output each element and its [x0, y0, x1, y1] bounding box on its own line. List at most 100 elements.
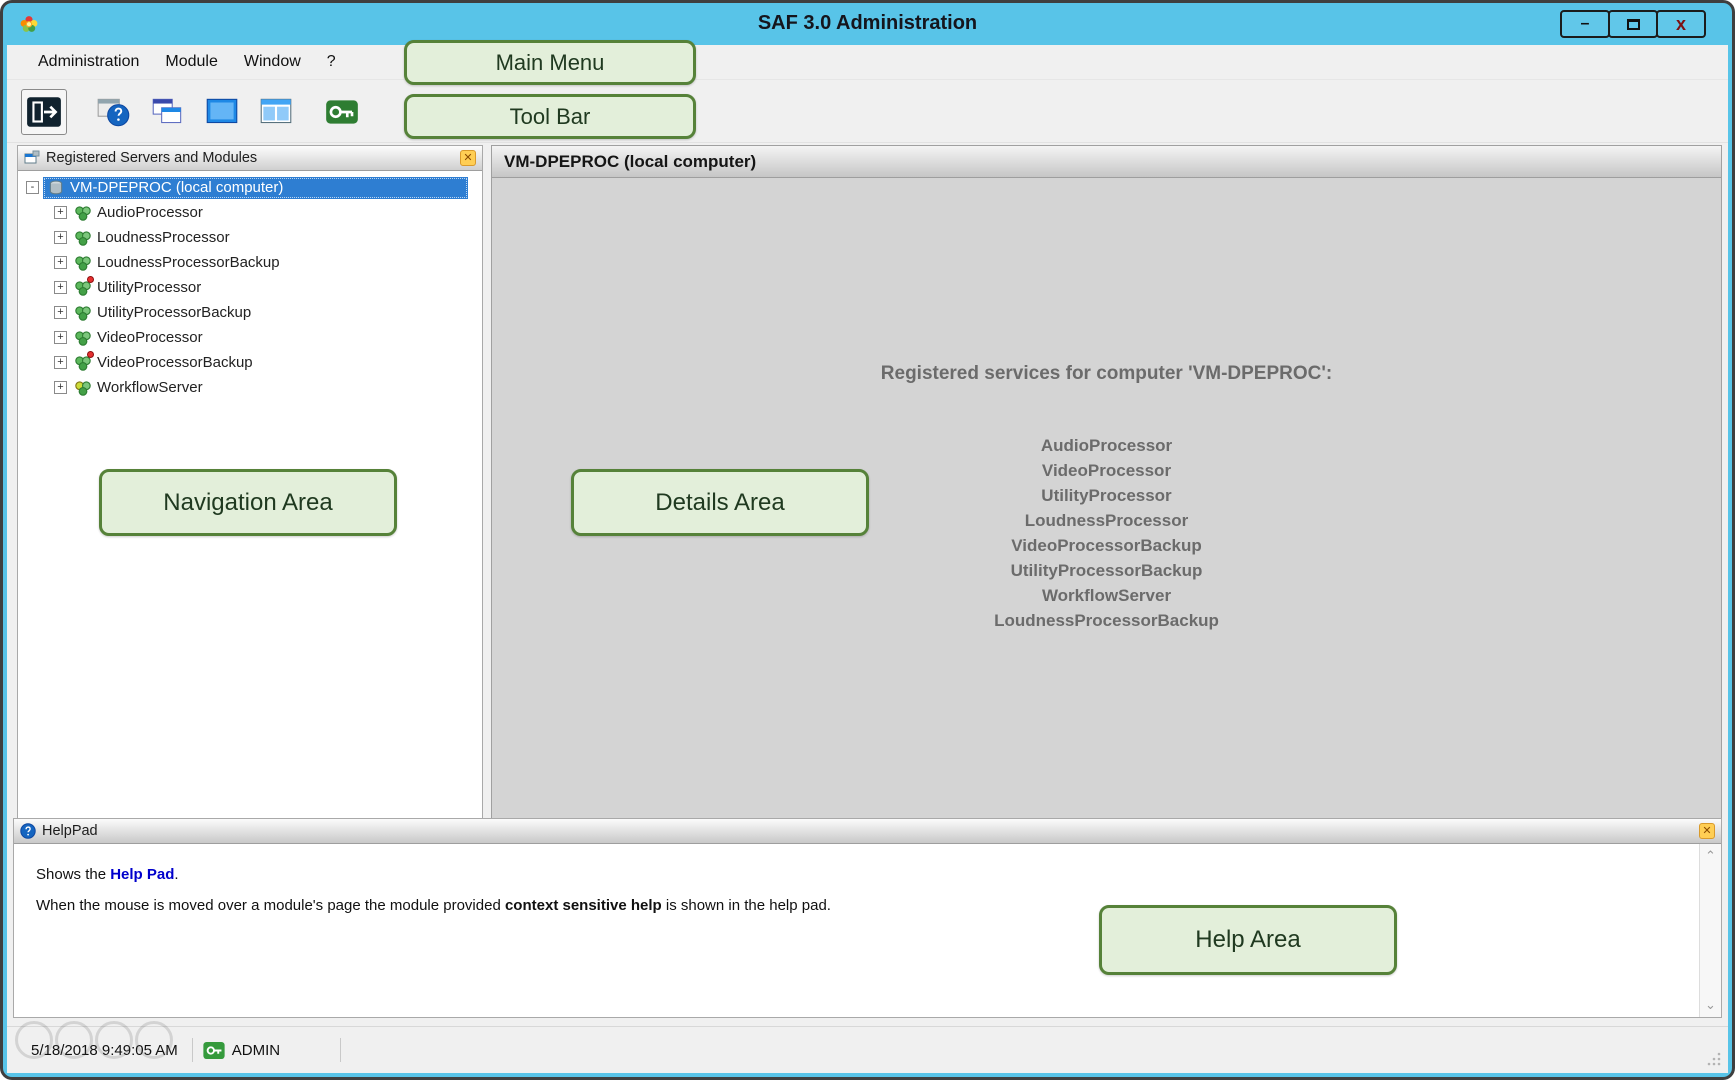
resize-grip[interactable]: [1706, 1051, 1722, 1067]
server-tree: - VM-DPEPROC (local computer) +: [18, 171, 482, 400]
module-icon: [74, 254, 92, 272]
module-icon: [74, 379, 92, 397]
app-window: SAF 3.0 Administration – x Administratio…: [3, 3, 1732, 1077]
modules-button[interactable]: [145, 89, 191, 135]
tree-item-label[interactable]: LoudnessProcessor: [97, 229, 230, 246]
window-frame: SAF 3.0 Administration – x Administratio…: [0, 0, 1735, 1080]
expand-toggle[interactable]: +: [54, 306, 67, 319]
tree-item-label[interactable]: AudioProcessor: [97, 204, 203, 221]
menu-administration[interactable]: Administration: [25, 47, 152, 77]
module-icon: [74, 354, 92, 372]
tile-windows-button[interactable]: [253, 89, 299, 135]
help-button[interactable]: [91, 89, 137, 135]
annotation-help-area: Help Area: [1099, 905, 1397, 975]
helppad-icon: [20, 823, 36, 839]
tree-item-label[interactable]: VideoProcessorBackup: [97, 354, 253, 371]
selected-row[interactable]: VM-DPEPROC (local computer): [43, 177, 468, 199]
helppad-title: HelpPad: [42, 823, 1699, 839]
annotation-navigation-area: Navigation Area: [99, 469, 397, 536]
collapse-toggle[interactable]: -: [26, 181, 39, 194]
tree-item-loudnessprocessorbackup[interactable]: + LoudnessProcessorBackup: [18, 250, 482, 275]
tree-item-utilityprocessor[interactable]: + UtilityProcessor: [18, 275, 482, 300]
permissions-button[interactable]: [319, 89, 365, 135]
help-pad-link: Help Pad: [110, 866, 174, 883]
watermark-circles: [15, 1021, 175, 1059]
helppad-header: HelpPad ✕: [14, 819, 1721, 844]
menu-window[interactable]: Window: [231, 47, 314, 77]
maximize-icon: [1627, 19, 1640, 30]
service-item: UtilityProcessorBackup: [492, 558, 1721, 583]
tree-item-videoprocessorbackup[interactable]: + VideoProcessorBackup: [18, 350, 482, 375]
menu-bar: Administration Module Window ?: [7, 45, 1728, 80]
key-icon: [323, 95, 361, 129]
module-icon: [74, 229, 92, 247]
tool-bar: [7, 81, 1728, 143]
annotation-details-area: Details Area: [571, 469, 869, 536]
helppad-content: Shows the Help Pad. When the mouse is mo…: [14, 844, 1699, 1017]
service-item: AudioProcessor: [492, 433, 1721, 458]
status-bar: 5/18/2018 9:49:05 AM ADMIN: [7, 1026, 1728, 1073]
tree-item-loudnessprocessor[interactable]: + LoudnessProcessor: [18, 225, 482, 250]
helppad-scrollbar[interactable]: ⌃ ⌄: [1699, 844, 1721, 1017]
alert-badge: [87, 276, 94, 283]
navigation-close-icon[interactable]: ✕: [460, 150, 476, 166]
module-icon: [74, 279, 92, 297]
scroll-down-icon[interactable]: ⌄: [1705, 997, 1716, 1013]
helppad-close-icon[interactable]: ✕: [1699, 823, 1715, 839]
window-title: SAF 3.0 Administration: [3, 12, 1732, 35]
tree-item-videoprocessor[interactable]: + VideoProcessor: [18, 325, 482, 350]
menu-module[interactable]: Module: [152, 47, 230, 77]
server-icon: [47, 179, 65, 197]
minimize-button[interactable]: –: [1560, 10, 1610, 38]
tree-item-workflowserver[interactable]: + WorkflowServer: [18, 375, 482, 400]
help-line-1: Shows the Help Pad.: [36, 866, 1699, 883]
navigation-panel-header: Registered Servers and Modules ✕: [18, 146, 482, 171]
annotation-tool-bar: Tool Bar: [404, 94, 696, 139]
annotation-main-menu: Main Menu: [404, 40, 696, 85]
panel-window-icon: [24, 150, 40, 166]
tree-item-label[interactable]: WorkflowServer: [97, 379, 203, 396]
tree-item-utilityprocessorbackup[interactable]: + UtilityProcessorBackup: [18, 300, 482, 325]
exit-button[interactable]: [21, 89, 67, 135]
details-header: VM-DPEPROC (local computer): [492, 146, 1721, 178]
tree-item-root[interactable]: - VM-DPEPROC (local computer): [18, 175, 482, 200]
module-icon: [74, 204, 92, 222]
windows-icon: [149, 95, 187, 129]
screen-icon: [203, 95, 241, 129]
status-user: ADMIN: [193, 1038, 341, 1062]
navigation-panel-title: Registered Servers and Modules: [46, 150, 460, 166]
service-item: LoudnessProcessorBackup: [492, 608, 1721, 633]
module-icon: [74, 304, 92, 322]
alert-badge: [87, 351, 94, 358]
tree-item-label[interactable]: UtilityProcessor: [97, 279, 201, 296]
helppad-panel: HelpPad ✕ Shows the Help Pad. When the m…: [13, 818, 1722, 1018]
expand-toggle[interactable]: +: [54, 381, 67, 394]
details-heading: Registered services for computer 'VM-DPE…: [492, 363, 1721, 385]
close-button[interactable]: x: [1656, 10, 1706, 38]
help-icon: [95, 95, 133, 129]
expand-toggle[interactable]: +: [54, 356, 67, 369]
expand-toggle[interactable]: +: [54, 231, 67, 244]
maximize-button[interactable]: [1608, 10, 1658, 38]
admin-key-icon: [203, 1042, 225, 1059]
expand-toggle[interactable]: +: [54, 281, 67, 294]
client-area: Administration Module Window ?: [7, 45, 1728, 1073]
service-item: WorkflowServer: [492, 583, 1721, 608]
tile-icon: [257, 95, 295, 129]
tree-item-label[interactable]: LoudnessProcessorBackup: [97, 254, 280, 271]
menu-help[interactable]: ?: [314, 47, 349, 77]
tree-item-label[interactable]: UtilityProcessorBackup: [97, 304, 251, 321]
exit-icon: [25, 95, 63, 129]
module-icon: [74, 329, 92, 347]
service-item: VideoProcessorBackup: [492, 533, 1721, 558]
expand-toggle[interactable]: +: [54, 206, 67, 219]
tree-item-label[interactable]: VideoProcessor: [97, 329, 203, 346]
title-bar[interactable]: SAF 3.0 Administration – x: [3, 3, 1732, 45]
tree-item-audioprocessor[interactable]: + AudioProcessor: [18, 200, 482, 225]
expand-toggle[interactable]: +: [54, 256, 67, 269]
fullscreen-button[interactable]: [199, 89, 245, 135]
scroll-up-icon[interactable]: ⌃: [1705, 848, 1716, 864]
expand-toggle[interactable]: +: [54, 331, 67, 344]
status-user-label: ADMIN: [232, 1042, 280, 1059]
tree-item-label[interactable]: VM-DPEPROC (local computer): [70, 179, 283, 196]
